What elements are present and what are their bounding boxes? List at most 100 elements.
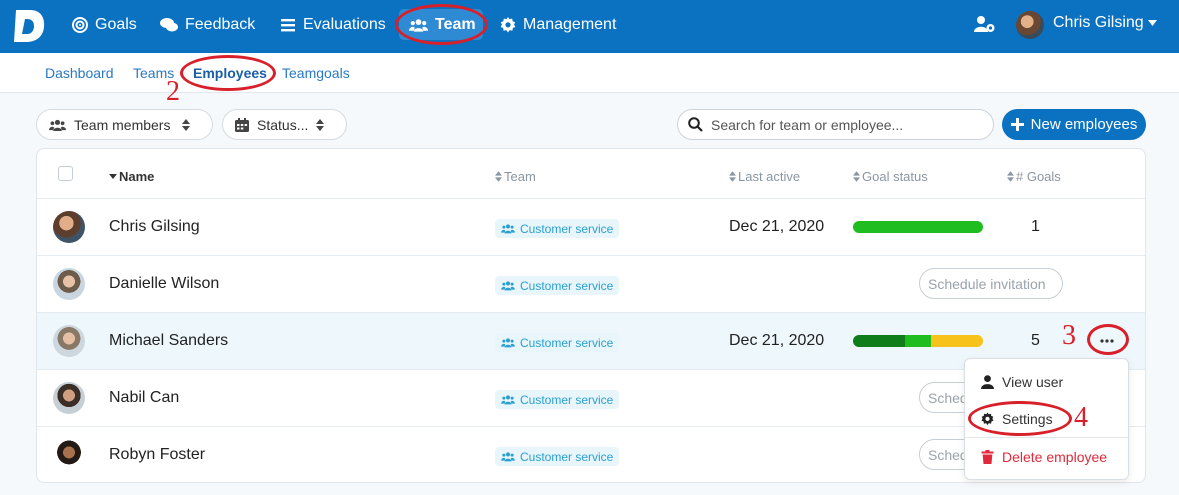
menu-item-view-user-label: View user [1002,374,1064,390]
goal-status-segment-darkgreen [853,335,905,347]
table-row[interactable]: Danielle Wilson Customer service Schedul… [37,255,1145,312]
team-badge-label: Customer service [520,221,614,236]
status-filter[interactable]: Status... [222,109,347,140]
sort-desc-icon [109,174,117,179]
nav-evaluations[interactable]: Evaluations [280,0,386,49]
select-all-checkbox[interactable] [58,166,73,181]
target-icon [72,16,88,33]
caret-down-icon [1147,20,1157,26]
schedule-invitation-button[interactable]: Schedule invitation [919,268,1063,299]
new-employees-button[interactable]: New employees [1002,109,1146,140]
menu-item-delete-employee-label: Delete employee [1002,449,1108,465]
sort-icon [495,171,502,182]
user-icon [981,375,994,389]
team-badge-label: Customer service [520,278,614,293]
search-icon [688,117,703,132]
column-header-team-label: Team [504,169,536,184]
column-header-name[interactable]: Name [109,169,154,184]
goal-status-bar [853,335,983,347]
goals-count: 5 [1031,332,1040,349]
chat-icon [160,17,178,31]
goal-status-segment-green [853,221,983,233]
subnav-teamgoals[interactable]: Teamgoals [282,65,350,81]
plus-icon [1010,118,1024,131]
list-icon [281,18,295,31]
status-filter-label: Status... [257,116,309,133]
sort-icon [853,171,860,182]
column-header-goals-label: # Goals [1016,169,1061,184]
annotation-oval-4 [968,401,1072,436]
annotation-number-2: 2 [166,76,180,107]
column-header-team[interactable]: Team [495,169,536,184]
trash-icon [981,450,994,464]
avatar [53,211,85,243]
user-menu[interactable]: Chris Gilsing [1053,14,1157,32]
gear-icon [500,16,516,32]
nav-management[interactable]: Management [500,0,616,49]
annotation-oval-1 [395,4,488,45]
top-navbar: Goals Feedback Evaluations Team Manageme… [0,0,1179,53]
goal-status-segment-yellow [931,335,983,347]
avatar [53,382,85,414]
users-icon [49,119,66,131]
annotation-oval-2 [180,55,276,91]
employee-name: Chris Gilsing [109,218,200,235]
app-logo[interactable] [12,8,46,44]
column-header-goals[interactable]: # Goals [1007,169,1061,184]
employee-name: Michael Sanders [109,332,229,349]
nav-feedback[interactable]: Feedback [160,0,255,49]
column-header-last-active-label: Last active [738,169,801,184]
user-avatar[interactable] [1016,11,1044,39]
user-settings-button[interactable] [974,15,996,38]
sort-caret-icon [316,118,325,131]
subnav-dashboard[interactable]: Dashboard [45,65,114,81]
avatar [53,268,85,300]
nav-management-label: Management [523,15,617,33]
users-icon [501,395,515,405]
nav-evaluations-label: Evaluations [303,15,386,33]
team-badge: Customer service [495,333,620,352]
annotation-oval-3 [1087,324,1129,355]
team-badge-label: Customer service [520,449,614,464]
employee-name: Nabil Can [109,389,180,406]
sort-icon [1007,171,1014,182]
avatar [53,325,85,357]
team-members-filter[interactable]: Team members [36,109,213,140]
annotation-number-4: 4 [1074,402,1088,433]
users-icon [501,452,515,462]
user-name-label: Chris Gilsing [1053,14,1144,31]
users-icon [501,338,515,348]
menu-divider [965,437,1128,438]
menu-item-view-user[interactable]: View user [981,374,1063,390]
goals-count: 1 [1031,218,1040,235]
column-header-last-active[interactable]: Last active [729,169,800,184]
nav-goals[interactable]: Goals [72,0,137,49]
users-icon [501,224,515,234]
team-badge: Customer service [495,219,620,238]
search-input[interactable] [711,116,981,133]
avatar [53,439,85,471]
calendar-icon [235,117,249,132]
nav-goals-label: Goals [95,15,137,33]
last-active-date: Dec 21, 2020 [729,332,825,349]
table-row[interactable]: Chris Gilsing Customer service Dec 21, 2… [37,198,1145,255]
goal-status-bar [853,221,983,233]
nav-feedback-label: Feedback [185,15,256,33]
menu-item-delete-employee[interactable]: Delete employee [981,449,1107,465]
column-header-name-label: Name [119,169,155,184]
search-box[interactable] [677,109,994,140]
employee-name: Robyn Foster [109,446,206,463]
team-badge-label: Customer service [520,335,614,350]
column-header-goal-status-label: Goal status [862,169,928,184]
sort-caret-icon [182,118,191,131]
team-badge: Customer service [495,276,620,295]
goal-status-segment-green [905,335,931,347]
sort-icon [729,171,736,182]
team-members-filter-label: Team members [74,116,171,133]
annotation-number-3: 3 [1062,320,1076,351]
employee-name: Danielle Wilson [109,275,220,292]
users-icon [501,281,515,291]
team-badge-label: Customer service [520,392,614,407]
column-header-goal-status[interactable]: Goal status [853,169,928,184]
new-employees-label: New employees [1030,116,1138,133]
